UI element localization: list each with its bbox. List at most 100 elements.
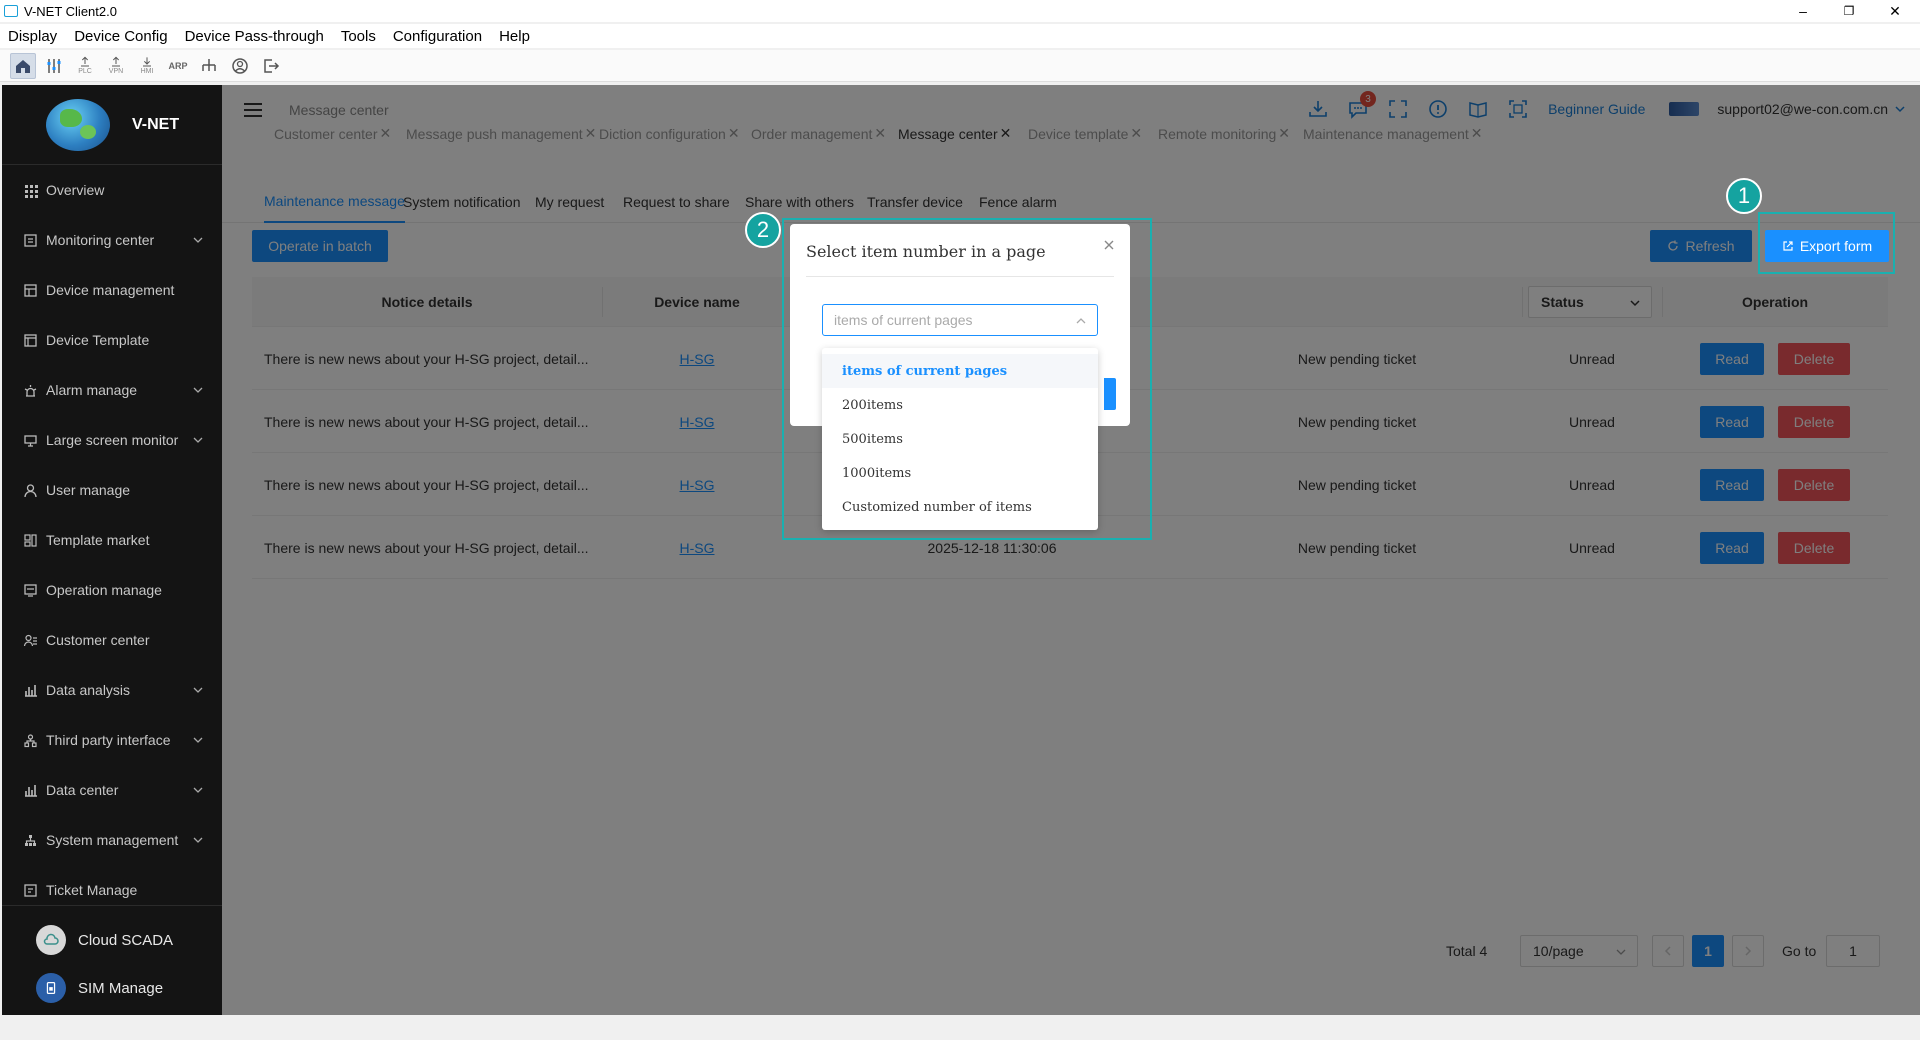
cloud-scada-label: Cloud SCADA — [78, 931, 174, 949]
grid-icon — [22, 182, 38, 198]
close-window-button[interactable]: ✕ — [1872, 0, 1918, 22]
app-icon — [4, 5, 18, 17]
sidebar-item-label: Customer center — [46, 632, 150, 648]
step-marker-1: 1 — [1726, 178, 1762, 214]
title-bar: V-NET Client2.0 – ❐ ✕ — [0, 0, 1920, 22]
menu-display[interactable]: Display — [8, 28, 57, 45]
operation-icon — [22, 582, 38, 598]
chevron-down-icon — [193, 837, 203, 843]
device-icon — [22, 282, 38, 298]
arp-label: ARP — [168, 60, 188, 71]
arp-tool-button[interactable]: ARP — [165, 53, 191, 79]
sidebar-item-label: Device management — [46, 282, 175, 298]
home-icon — [16, 59, 30, 73]
market-icon — [22, 532, 38, 548]
toolbar: PLC VPN HMI ARP — [0, 50, 1920, 82]
sidebar-item-label: Operation manage — [46, 582, 162, 598]
sidebar-item-label: Data center — [46, 782, 119, 798]
sidebar-bottom: Cloud SCADA SIM Manage — [2, 905, 222, 1012]
sidebar-item-third-party-interface[interactable]: Third party interface — [2, 715, 222, 765]
logo-area: V-NET — [2, 85, 222, 165]
sim-manage-label: SIM Manage — [78, 979, 164, 997]
chevron-down-icon — [193, 737, 203, 743]
sidebar-item-system-management[interactable]: System management — [2, 815, 222, 865]
alarm-icon — [22, 382, 38, 398]
sidebar-item-template-market[interactable]: Template market — [2, 515, 222, 565]
menu-device-pass-through[interactable]: Device Pass-through — [185, 28, 324, 45]
interface-icon — [22, 732, 38, 748]
window-bottom-strip — [0, 1015, 1920, 1040]
download-icon — [143, 56, 151, 66]
hmi-label: HMI — [140, 67, 154, 75]
upload-icon — [112, 56, 120, 66]
menu-tools[interactable]: Tools — [341, 28, 376, 45]
chevron-down-icon — [193, 687, 203, 693]
logout-icon — [264, 58, 280, 73]
user-tool-button[interactable] — [227, 53, 253, 79]
sidebar-item-data-center[interactable]: Data center — [2, 765, 222, 815]
menu-bar: Display Device Config Device Pass-throug… — [0, 24, 1920, 48]
menu-device-config[interactable]: Device Config — [74, 28, 167, 45]
sidebar-item-overview[interactable]: Overview — [2, 165, 222, 215]
export-highlight-box — [1758, 212, 1895, 274]
chart-icon — [22, 682, 38, 698]
maximize-button[interactable]: ❐ — [1826, 0, 1872, 22]
sidebar-item-cloud-scada[interactable]: Cloud SCADA — [2, 916, 222, 964]
chevron-down-icon — [193, 387, 203, 393]
logout-tool-button[interactable] — [258, 53, 284, 79]
customer-icon — [22, 632, 38, 648]
sidebar-item-label: Alarm manage — [46, 382, 138, 398]
chevron-down-icon — [193, 237, 203, 243]
menu-help[interactable]: Help — [499, 28, 530, 45]
sidebar-nav: Overview Monitoring center Device manageme… — [2, 165, 222, 915]
hmi-tool-button[interactable]: HMI — [134, 53, 160, 79]
system-icon — [22, 832, 38, 848]
sidebar-item-data-analysis[interactable]: Data analysis — [2, 665, 222, 715]
sliders-icon — [47, 58, 61, 73]
vpn-label: VPN — [108, 67, 124, 75]
dialog-highlight-box — [782, 218, 1152, 540]
sidebar-item-large-screen-monitor[interactable]: Large screen monitor — [2, 415, 222, 465]
upload-icon — [81, 56, 89, 66]
network-icon — [202, 58, 216, 71]
sidebar-item-label: Overview — [46, 182, 105, 198]
step-marker-2: 2 — [745, 212, 781, 248]
sidebar-item-device-management[interactable]: Device management — [2, 265, 222, 315]
sidebar-item-sim-manage[interactable]: SIM Manage — [2, 964, 222, 1012]
sidebar-item-label: System management — [46, 832, 179, 848]
datacenter-icon — [22, 782, 38, 798]
sidebar-item-label: Third party interface — [46, 732, 171, 748]
sidebar-item-label: Ticket Manage — [46, 882, 138, 898]
home-tool-button[interactable] — [10, 52, 36, 79]
minimize-button[interactable]: – — [1780, 0, 1826, 22]
sidebar-item-customer-center[interactable]: Customer center — [2, 615, 222, 665]
sidebar: V-NET Overview Monitoring center Device ma… — [2, 85, 222, 1015]
network-tool-button[interactable] — [196, 53, 222, 79]
chevron-down-icon — [193, 437, 203, 443]
template-icon — [22, 332, 38, 348]
sidebar-item-user-manage[interactable]: User manage — [2, 465, 222, 515]
menu-configuration[interactable]: Configuration — [393, 28, 482, 45]
vpn-tool-button[interactable]: VPN — [103, 53, 129, 79]
sidebar-item-label: Template market — [46, 532, 150, 548]
sidebar-item-monitoring-center[interactable]: Monitoring center — [2, 215, 222, 265]
chevron-down-icon — [193, 787, 203, 793]
globe-logo-icon — [46, 98, 110, 151]
sim-icon — [36, 973, 66, 1003]
user-icon — [22, 482, 38, 498]
sidebar-item-operation-manage[interactable]: Operation manage — [2, 565, 222, 615]
sidebar-item-label: User manage — [46, 482, 131, 498]
sidebar-item-alarm-manage[interactable]: Alarm manage — [2, 365, 222, 415]
sidebar-item-label: Large screen monitor — [46, 432, 179, 448]
logo-text: V-NET — [132, 115, 180, 133]
plc-tool-button[interactable]: PLC — [72, 53, 98, 79]
cloud-icon — [36, 925, 66, 955]
settings-tool-button[interactable] — [41, 53, 67, 79]
window-title: V-NET Client2.0 — [24, 3, 117, 19]
monitor-icon — [22, 232, 38, 248]
sidebar-item-device-template[interactable]: Device Template — [2, 315, 222, 365]
user-circle-icon — [232, 57, 248, 74]
plc-label: PLC — [78, 67, 92, 75]
sidebar-item-label: Device Template — [46, 332, 150, 348]
sidebar-item-label: Monitoring center — [46, 232, 155, 248]
